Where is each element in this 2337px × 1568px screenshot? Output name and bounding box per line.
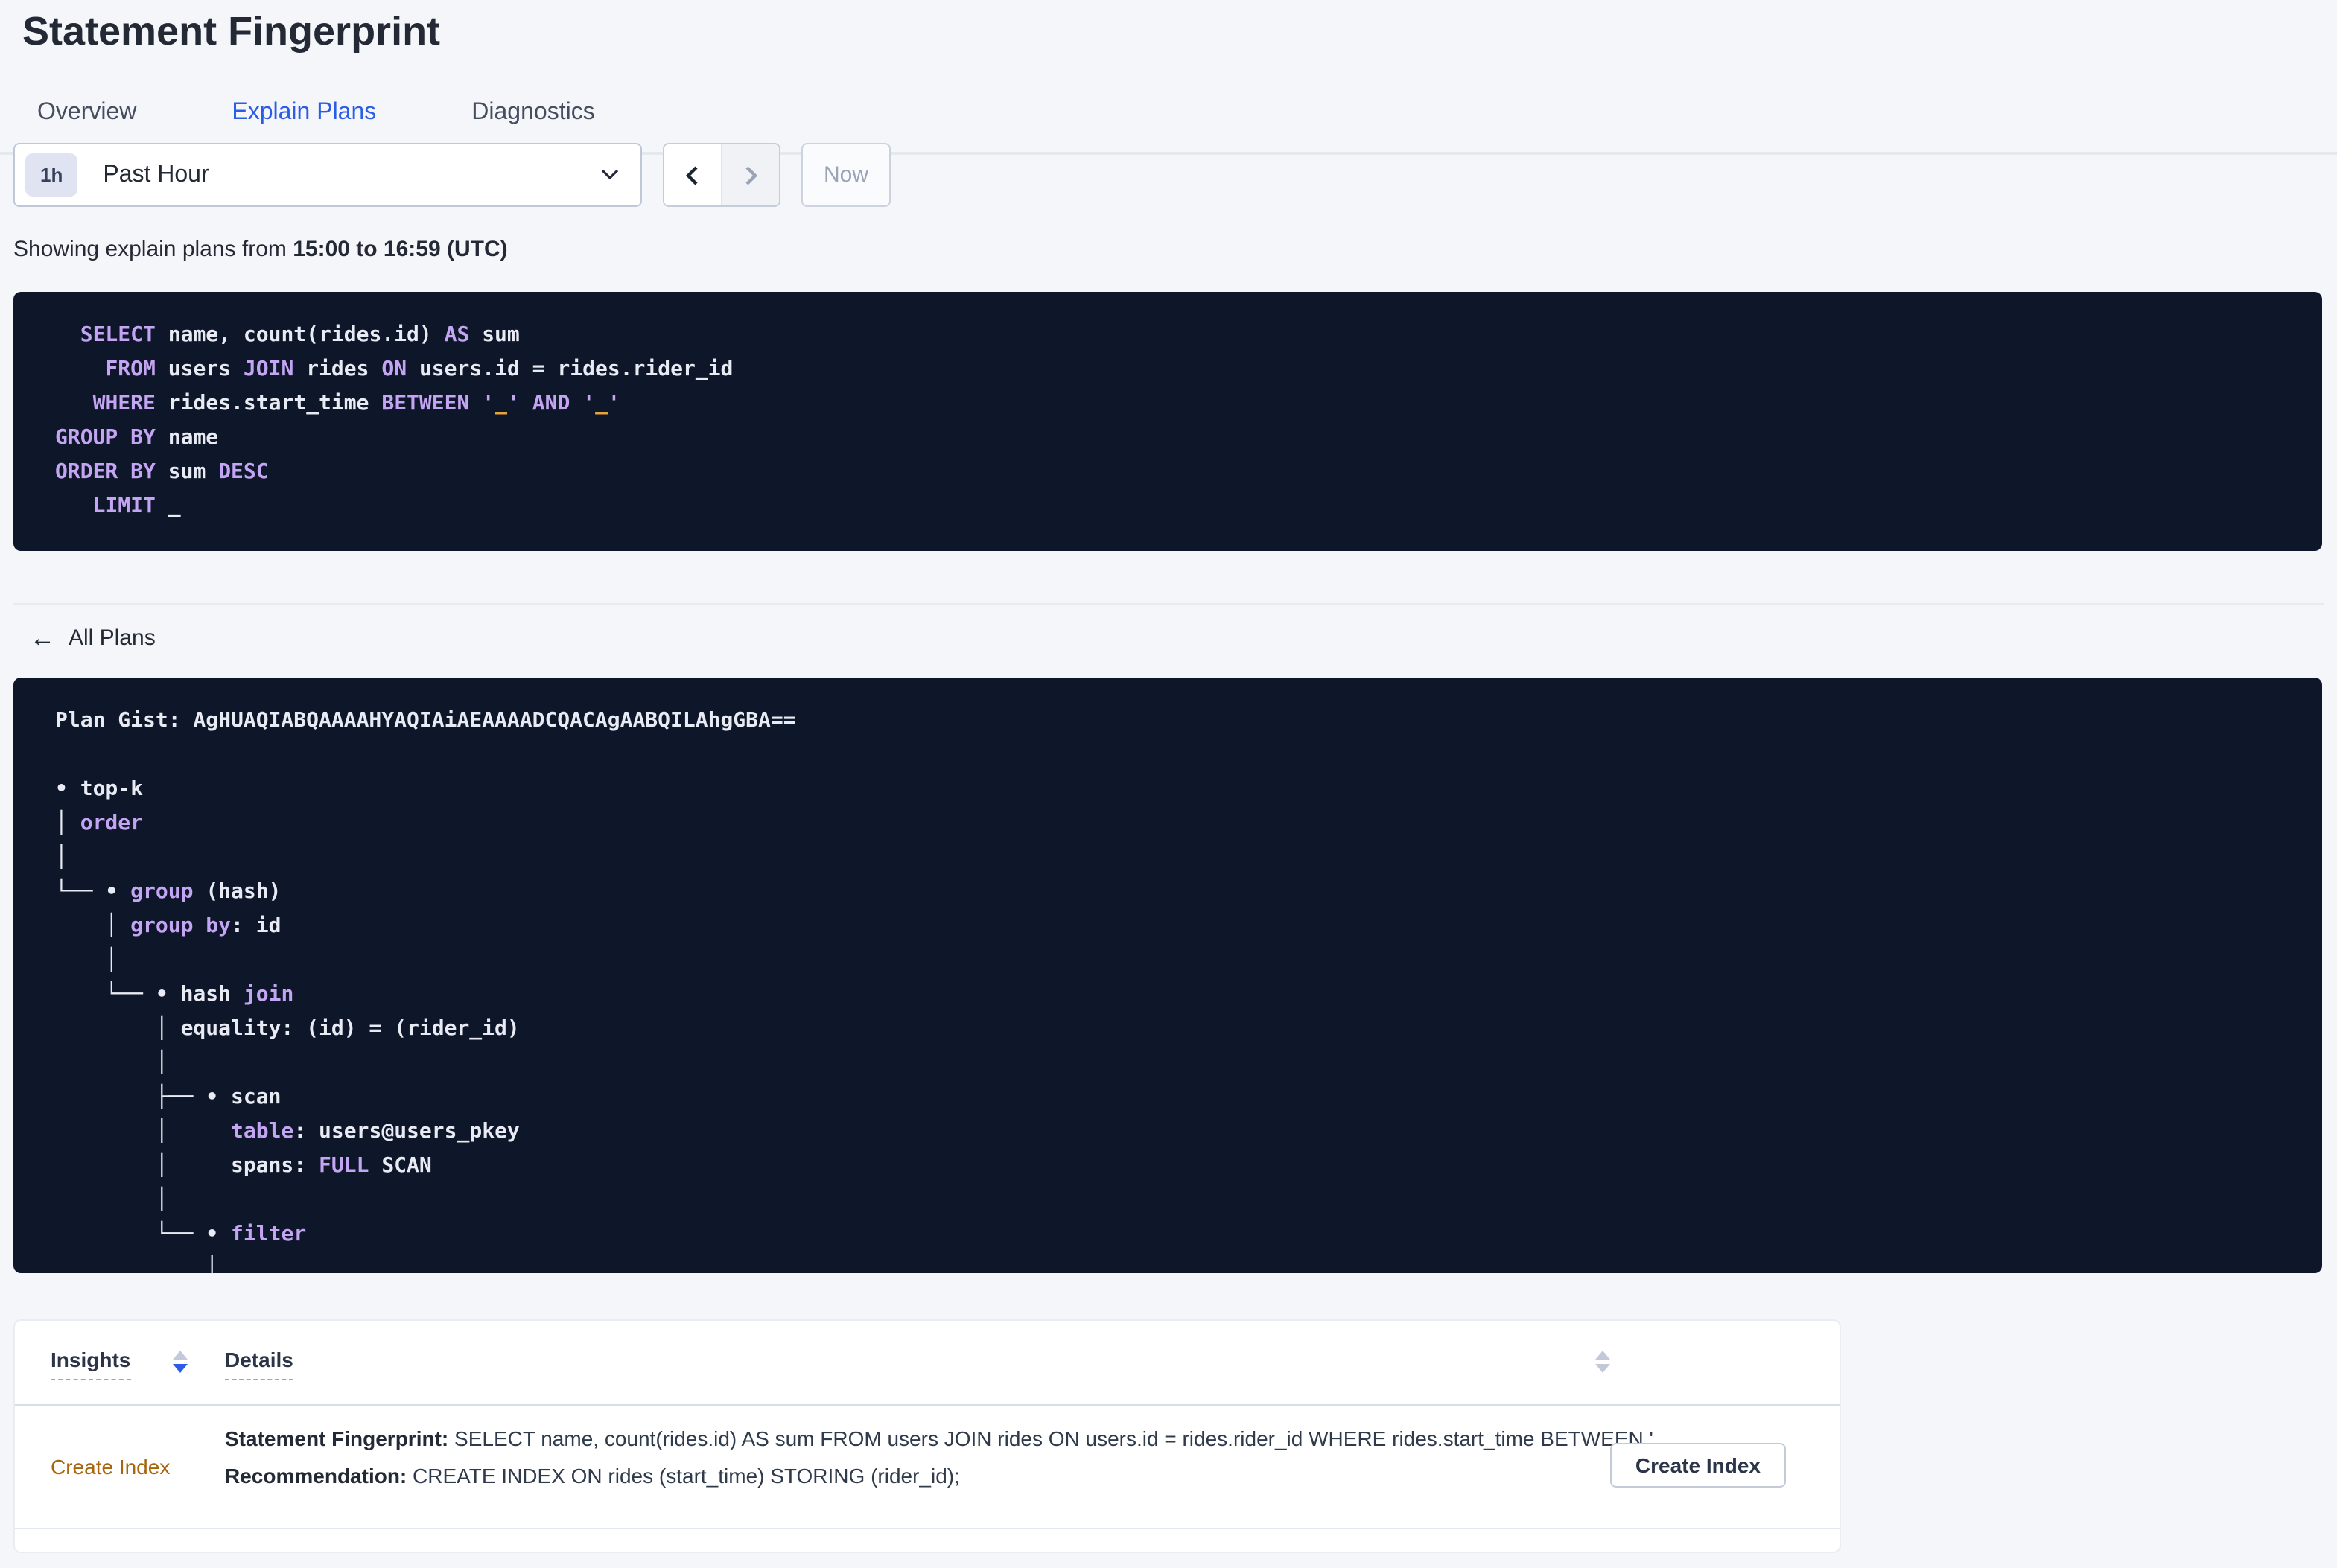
statement-fingerprint-text: SELECT name, count(rides.id) AS sum FROM…	[448, 1427, 1686, 1450]
chevron-down-icon	[601, 169, 619, 180]
recommendation-label: Recommendation:	[225, 1464, 407, 1488]
column-header-insights[interactable]: Insights	[51, 1348, 131, 1380]
time-range-badge: 1h	[25, 153, 78, 197]
insights-table-header: Insights Details	[15, 1321, 1840, 1406]
time-range-label: Past Hour	[103, 162, 209, 187]
time-picker-row: 1h Past Hour Now	[13, 143, 891, 207]
sort-up-icon	[173, 1351, 188, 1360]
tab-explain-plans[interactable]: Explain Plans	[208, 74, 401, 155]
all-plans-back-link[interactable]: ← All Plans	[30, 624, 156, 654]
page-title: Statement Fingerprint	[22, 9, 441, 54]
showing-range-text: Showing explain plans from 15:00 to 16:5…	[13, 235, 508, 265]
insight-type-label: Create Index	[51, 1455, 171, 1479]
sort-up-icon	[1595, 1351, 1610, 1360]
time-next-button[interactable]	[722, 144, 779, 205]
recommendation-text: CREATE INDEX ON rides (start_time) STORI…	[407, 1464, 960, 1488]
sort-icon[interactable]	[1595, 1351, 1610, 1373]
statement-fingerprint-page: Statement Fingerprint Overview Explain P…	[0, 0, 2337, 1568]
time-prev-button[interactable]	[664, 144, 722, 205]
sql-statement-block: SELECT name, count(rides.id) AS sum FROM…	[13, 292, 2322, 551]
tab-overview[interactable]: Overview	[13, 74, 160, 152]
statement-fingerprint-line: Statement Fingerprint: SELECT name, coun…	[225, 1421, 1685, 1458]
time-nav-group	[663, 143, 780, 207]
column-header-details[interactable]: Details	[225, 1348, 293, 1380]
section-divider	[13, 603, 2324, 605]
insights-table-card: Insights Details Create Index Statement …	[13, 1319, 1841, 1553]
tab-label: Overview	[37, 100, 137, 125]
chevron-right-icon	[745, 165, 758, 185]
plan-gist-block: Plan Gist: AgHUAQIABQAAAAHYAQIAiAEAAAADC…	[13, 678, 2322, 1273]
create-index-button[interactable]: Create Index	[1609, 1443, 1786, 1488]
tab-label: Explain Plans	[232, 100, 377, 125]
table-row: Create Index Statement Fingerprint: SELE…	[15, 1406, 1840, 1529]
showing-prefix: Showing explain plans from	[13, 237, 293, 262]
recommendation-line: Recommendation: CREATE INDEX ON rides (s…	[225, 1458, 1685, 1495]
back-arrow-icon: ←	[30, 624, 55, 652]
time-range-select[interactable]: 1h Past Hour	[13, 143, 642, 207]
now-button[interactable]: Now	[801, 143, 891, 207]
sort-down-icon	[1595, 1364, 1610, 1373]
chevron-left-icon	[685, 165, 698, 185]
showing-range: 15:00 to 16:59 (UTC)	[293, 237, 508, 262]
insight-details-cell: Statement Fingerprint: SELECT name, coun…	[225, 1421, 1685, 1495]
statement-fingerprint-label: Statement Fingerprint:	[225, 1427, 449, 1450]
sort-icon[interactable]	[173, 1351, 188, 1373]
all-plans-label: All Plans	[69, 625, 156, 651]
tab-diagnostics[interactable]: Diagnostics	[448, 74, 618, 152]
sort-down-icon	[173, 1364, 188, 1373]
tab-label: Diagnostics	[471, 100, 595, 125]
